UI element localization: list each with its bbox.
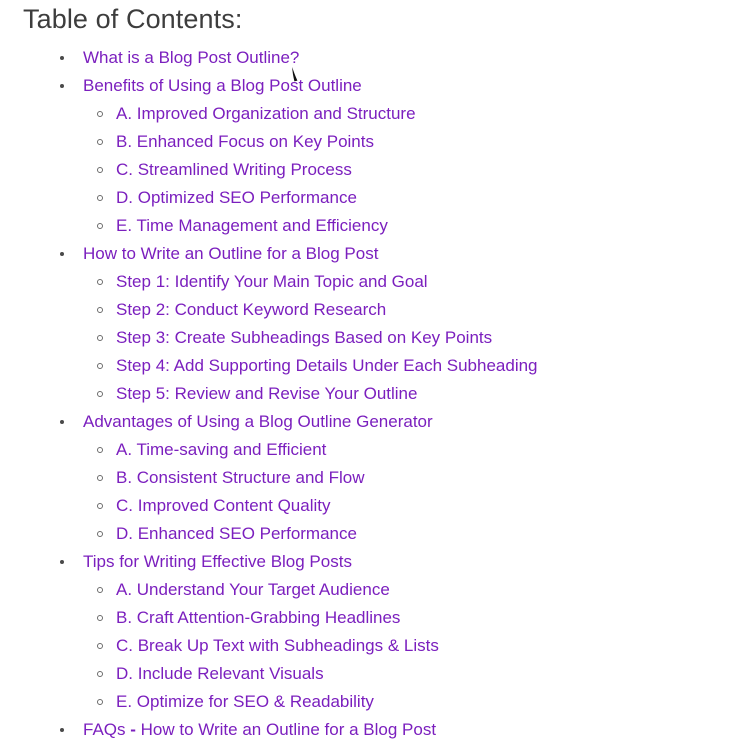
circle-bullet-icon — [97, 184, 106, 212]
toc-link[interactable]: A. Improved Organization and Structure — [116, 100, 416, 128]
toc-list-item: Tips for Writing Effective Blog Posts — [0, 548, 746, 576]
toc-link[interactable]: A. Understand Your Target Audience — [116, 576, 390, 604]
toc-link[interactable]: C. Improved Content Quality — [116, 492, 330, 520]
circle-bullet-icon — [97, 296, 106, 324]
toc-list-item: D. Optimized SEO Performance — [0, 184, 746, 212]
toc-link[interactable]: Step 1: Identify Your Main Topic and Goa… — [116, 268, 428, 296]
toc-link[interactable]: B. Consistent Structure and Flow — [116, 464, 365, 492]
toc-link[interactable]: D. Optimized SEO Performance — [116, 184, 357, 212]
toc-list-item: A. Improved Organization and Structure — [0, 100, 746, 128]
circle-bullet-icon — [97, 268, 106, 296]
toc-list-item: B. Craft Attention-Grabbing Headlines — [0, 604, 746, 632]
toc-list-item: Advantages of Using a Blog Outline Gener… — [0, 408, 746, 436]
disc-bullet-icon — [60, 548, 68, 576]
disc-bullet-icon — [60, 72, 68, 100]
toc-list-item: C. Streamlined Writing Process — [0, 156, 746, 184]
disc-bullet-icon — [60, 408, 68, 436]
circle-bullet-icon — [97, 688, 106, 716]
table-of-contents-page: Table of Contents: What is a Blog Post O… — [0, 0, 746, 747]
toc-link[interactable]: E. Optimize for SEO & Readability — [116, 688, 374, 716]
toc-link[interactable]: E. Time Management and Efficiency — [116, 212, 388, 240]
toc-list-item: B. Enhanced Focus on Key Points — [0, 128, 746, 156]
circle-bullet-icon — [97, 464, 106, 492]
disc-bullet-icon — [60, 716, 68, 744]
toc-link[interactable]: A. Time-saving and Efficient — [116, 436, 326, 464]
circle-bullet-icon — [97, 604, 106, 632]
disc-bullet-icon — [60, 240, 68, 268]
toc-list-item: How to Write an Outline for a Blog Post — [0, 240, 746, 268]
toc-link[interactable]: D. Enhanced SEO Performance — [116, 520, 357, 548]
circle-bullet-icon — [97, 100, 106, 128]
toc-link[interactable]: Step 2: Conduct Keyword Research — [116, 296, 386, 324]
toc-list-item: C. Break Up Text with Subheadings & List… — [0, 632, 746, 660]
toc-link[interactable]: Advantages of Using a Blog Outline Gener… — [83, 408, 433, 436]
circle-bullet-icon — [97, 632, 106, 660]
toc-link[interactable]: D. Include Relevant Visuals — [116, 660, 324, 688]
toc-list-item: A. Understand Your Target Audience — [0, 576, 746, 604]
toc-link[interactable]: B. Enhanced Focus on Key Points — [116, 128, 374, 156]
toc-link[interactable]: Tips for Writing Effective Blog Posts — [83, 548, 352, 576]
circle-bullet-icon — [97, 212, 106, 240]
toc-list-item: Step 5: Review and Revise Your Outline — [0, 380, 746, 408]
toc-link[interactable]: What is a Blog Post Outline? — [83, 44, 299, 72]
disc-bullet-icon — [60, 44, 68, 72]
toc-list-item: Step 2: Conduct Keyword Research — [0, 296, 746, 324]
toc-link[interactable]: Benefits of Using a Blog Post Outline — [83, 72, 362, 100]
toc-list-item: D. Include Relevant Visuals — [0, 660, 746, 688]
circle-bullet-icon — [97, 576, 106, 604]
circle-bullet-icon — [97, 660, 106, 688]
toc-list: What is a Blog Post Outline? Benefits of … — [0, 44, 746, 744]
circle-bullet-icon — [97, 380, 106, 408]
circle-bullet-icon — [97, 352, 106, 380]
toc-link[interactable]: Step 3: Create Subheadings Based on Key … — [116, 324, 492, 352]
toc-link[interactable]: C. Streamlined Writing Process — [116, 156, 352, 184]
toc-link[interactable]: Step 5: Review and Revise Your Outline — [116, 380, 417, 408]
toc-list-item: Benefits of Using a Blog Post Outline — [0, 72, 746, 100]
circle-bullet-icon — [97, 128, 106, 156]
circle-bullet-icon — [97, 324, 106, 352]
toc-list-item: FAQs - How to Write an Outline for a Blo… — [0, 716, 746, 744]
toc-list-item: D. Enhanced SEO Performance — [0, 520, 746, 548]
circle-bullet-icon — [97, 436, 106, 464]
toc-list-item: A. Time-saving and Efficient — [0, 436, 746, 464]
toc-link[interactable]: Step 4: Add Supporting Details Under Eac… — [116, 352, 538, 380]
circle-bullet-icon — [97, 156, 106, 184]
toc-link[interactable]: C. Break Up Text with Subheadings & List… — [116, 632, 439, 660]
circle-bullet-icon — [97, 492, 106, 520]
toc-list-item: Step 4: Add Supporting Details Under Eac… — [0, 352, 746, 380]
toc-list-item: B. Consistent Structure and Flow — [0, 464, 746, 492]
toc-list-item: C. Improved Content Quality — [0, 492, 746, 520]
page-title: Table of Contents: — [23, 4, 243, 34]
toc-list-item: E. Time Management and Efficiency — [0, 212, 746, 240]
toc-list-item: What is a Blog Post Outline? — [0, 44, 746, 72]
toc-list-item: Step 1: Identify Your Main Topic and Goa… — [0, 268, 746, 296]
toc-link[interactable]: How to Write an Outline for a Blog Post — [83, 240, 378, 268]
label-separator: - — [125, 720, 141, 739]
toc-link[interactable]: B. Craft Attention-Grabbing Headlines — [116, 604, 400, 632]
toc-list-item: E. Optimize for SEO & Readability — [0, 688, 746, 716]
circle-bullet-icon — [97, 520, 106, 548]
toc-link[interactable]: FAQs - How to Write an Outline for a Blo… — [83, 716, 436, 744]
toc-list-item: Step 3: Create Subheadings Based on Key … — [0, 324, 746, 352]
